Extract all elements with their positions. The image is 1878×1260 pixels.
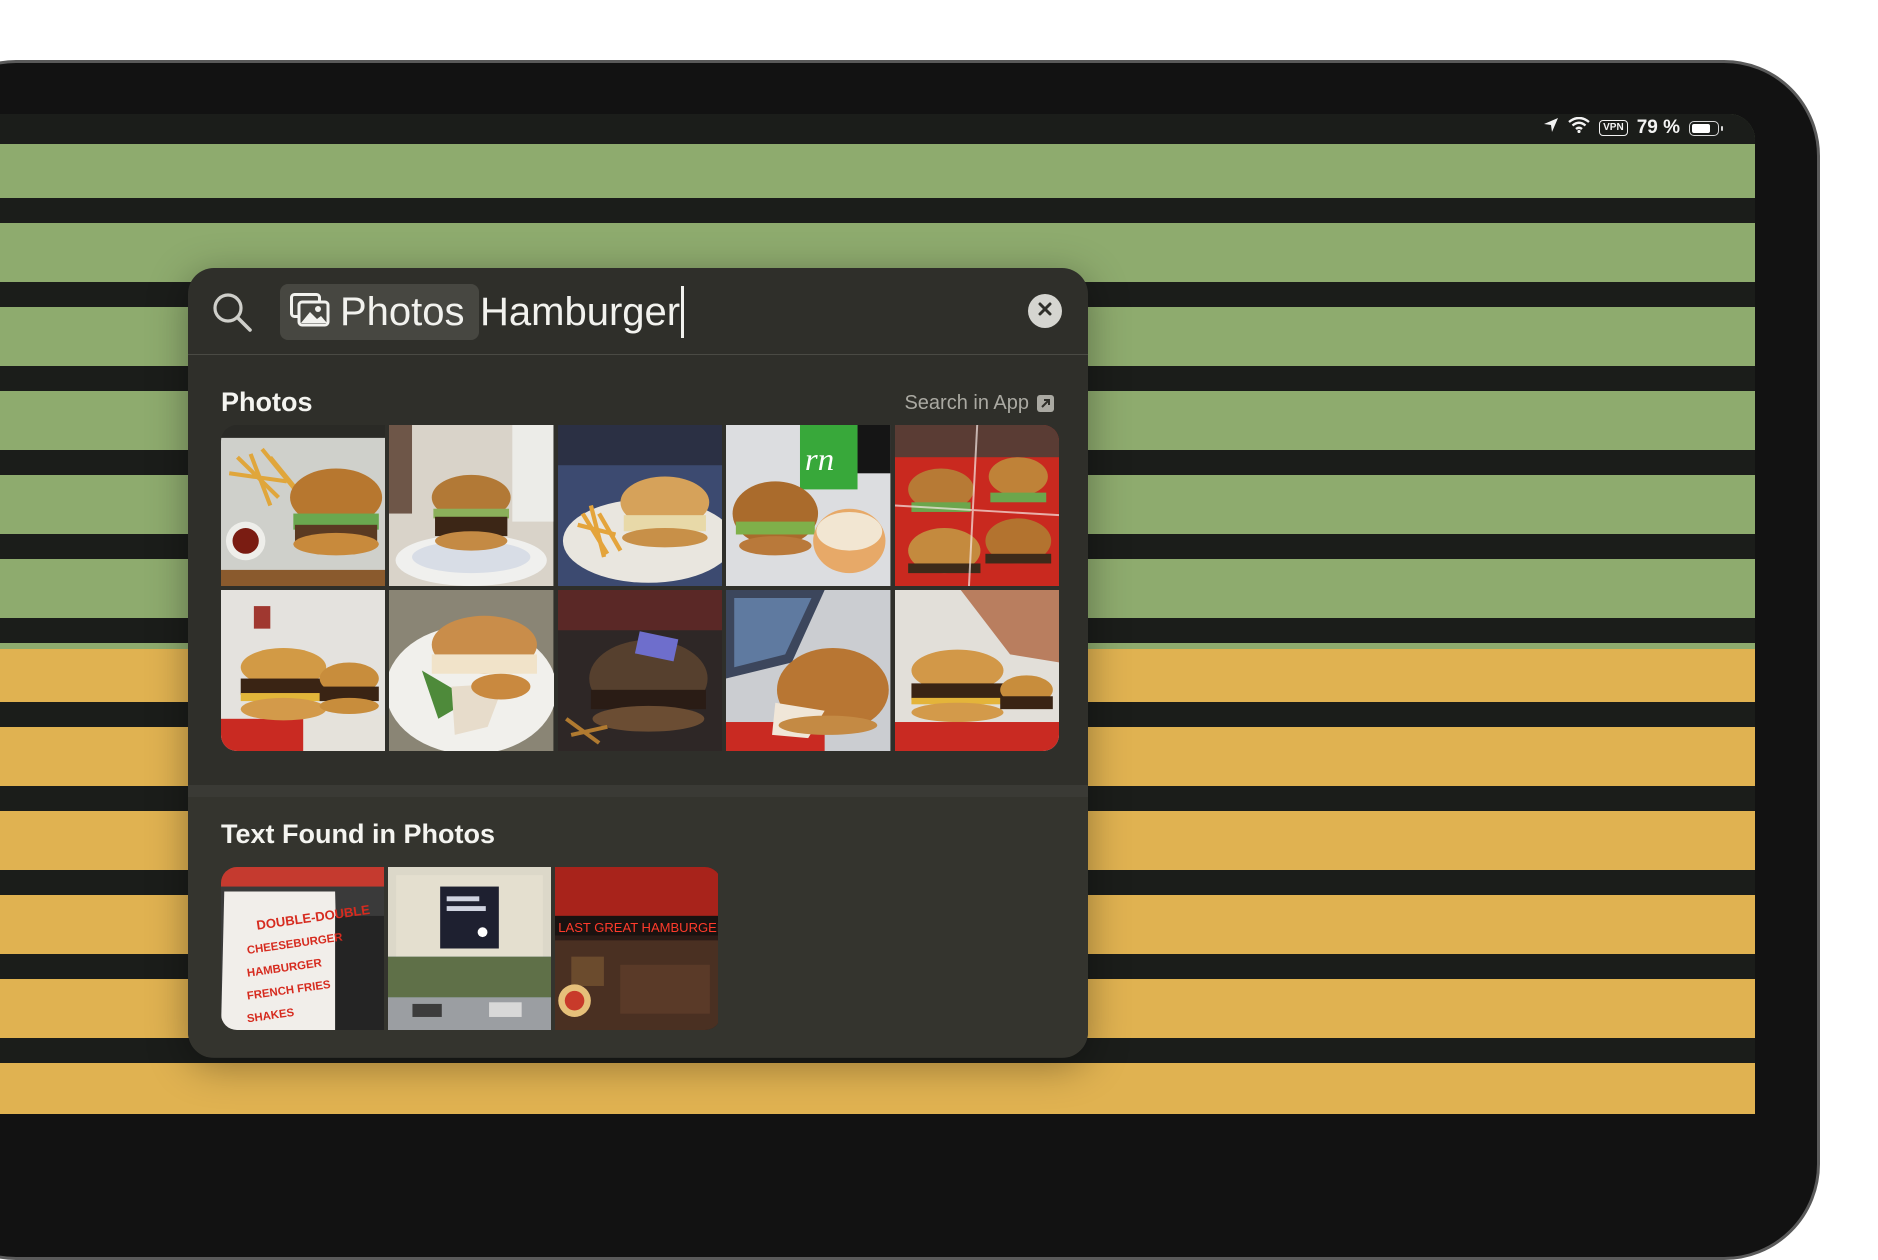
- photos-app-icon: [290, 292, 330, 332]
- vpn-badge: VPN: [1599, 120, 1628, 136]
- svg-text:LAST GREAT HAMBURGER STA: LAST GREAT HAMBURGER STA: [558, 920, 718, 935]
- photo-result[interactable]: [389, 425, 554, 586]
- status-bar: VPN 79 %: [0, 114, 1755, 144]
- clear-x-icon: [1038, 302, 1052, 321]
- photo-result[interactable]: [221, 590, 386, 751]
- text-photo-result[interactable]: [388, 867, 551, 1030]
- text-in-photos-section: Text Found in Photos DOUBLE-DOUBLE CHEES…: [188, 797, 1088, 1057]
- wifi-icon: [1568, 116, 1590, 139]
- photo-result[interactable]: [389, 590, 554, 751]
- status-indicators: VPN 79 %: [1543, 116, 1723, 139]
- text-photo-result[interactable]: DOUBLE-DOUBLE CHEESEBURGER HAMBURGER FRE…: [221, 867, 384, 1030]
- search-in-app-label: Search in App: [904, 392, 1029, 414]
- text-photos-grid: DOUBLE-DOUBLE CHEESEBURGER HAMBURGER FRE…: [221, 867, 721, 1030]
- search-query-text: Hamburger: [480, 289, 681, 334]
- clear-search-button[interactable]: [1028, 294, 1062, 328]
- battery-icon: [1689, 120, 1723, 136]
- battery-fill: [1692, 123, 1711, 133]
- open-external-icon: [1037, 395, 1054, 412]
- photo-result[interactable]: [894, 590, 1059, 751]
- photos-section: Photos Search in App rn: [188, 356, 1088, 756]
- scope-token-label: Photos: [340, 289, 465, 334]
- photo-result[interactable]: [726, 590, 891, 751]
- scope-token-photos[interactable]: Photos: [280, 284, 479, 340]
- photo-result[interactable]: [894, 425, 1059, 586]
- text-photo-result[interactable]: LAST GREAT HAMBURGER STA: [555, 867, 718, 1030]
- location-arrow-icon: [1543, 117, 1559, 139]
- search-in-app-button[interactable]: Search in App: [904, 392, 1054, 415]
- search-bar[interactable]: Photos Hamburger: [188, 268, 1088, 355]
- search-input[interactable]: Hamburger: [480, 284, 685, 340]
- photo-result[interactable]: rn: [726, 425, 891, 586]
- spotlight-panel: Photos Hamburger Photos Search in App rn…: [188, 268, 1088, 1058]
- photos-grid: rn: [221, 425, 1059, 751]
- photo-result[interactable]: [221, 425, 386, 586]
- section-divider: [188, 785, 1088, 797]
- text-section-title: Text Found in Photos: [221, 819, 495, 849]
- svg-text:rn: rn: [805, 442, 834, 478]
- photo-result[interactable]: [557, 590, 723, 751]
- battery-percentage: 79 %: [1636, 117, 1680, 138]
- text-caret: [681, 286, 685, 338]
- photos-section-title: Photos: [221, 387, 313, 417]
- photo-result[interactable]: [557, 425, 723, 586]
- magnifier-icon: [210, 290, 254, 334]
